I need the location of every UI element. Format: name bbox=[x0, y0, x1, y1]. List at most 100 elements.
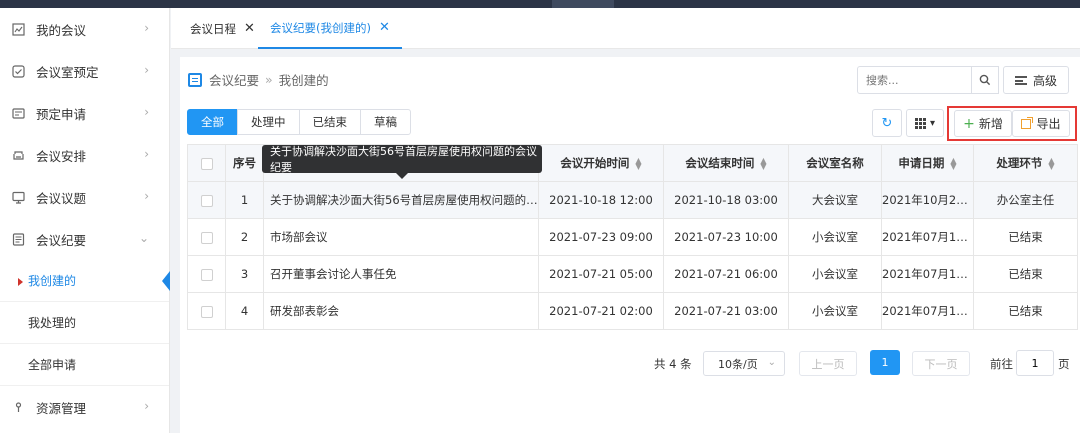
tab-meeting-schedule[interactable]: 会议日程 ✕ bbox=[178, 8, 267, 49]
chevron-right-icon: › bbox=[144, 189, 149, 203]
form-icon bbox=[10, 105, 26, 121]
cell-start: 2021-07-21 02:00 bbox=[538, 292, 664, 330]
plus-icon: + bbox=[963, 115, 975, 132]
title-tooltip: 关于协调解决沙面大街56号首层房屋使用权问题的会议纪要 bbox=[262, 145, 542, 179]
sort-icon[interactable]: ▲ ▼ bbox=[1048, 156, 1054, 170]
chevron-down-icon: ⌄ bbox=[138, 231, 149, 245]
breadcrumb-root[interactable]: 会议纪要 bbox=[209, 70, 259, 89]
cell-date: 2021年10月21日 bbox=[881, 181, 974, 219]
status-filter-group: 全部 处理中 已结束 草稿 bbox=[187, 109, 411, 135]
prev-page-button[interactable]: 上一页 bbox=[799, 351, 857, 376]
column-settings-button[interactable]: ▾ bbox=[906, 109, 944, 137]
sidebar-item-booking-requests[interactable]: 预定申请 › bbox=[0, 92, 169, 134]
row-checkbox[interactable] bbox=[187, 181, 226, 219]
cell-stage: 已结束 bbox=[973, 255, 1078, 293]
cell-title[interactable]: 关于协调解决沙面大街56号首层房屋使用权问题的会... bbox=[263, 181, 539, 219]
list-icon bbox=[10, 231, 26, 247]
search-button[interactable] bbox=[971, 66, 999, 94]
sidebar-item-my-meetings[interactable]: 我的会议 › bbox=[0, 8, 169, 50]
export-label: 导出 bbox=[1036, 117, 1061, 131]
column-header-end-label: 会议结束时间 bbox=[685, 156, 755, 170]
table-row[interactable]: 1 关于协调解决沙面大街56号首层房屋使用权问题的会... 2021-10-18… bbox=[187, 181, 1078, 219]
tab-bar: 会议日程 ✕ 会议纪要(我创建的) ✕ bbox=[171, 8, 1080, 49]
column-header-room: 会议室名称 bbox=[788, 144, 882, 182]
page-size-value: 10条/页 bbox=[718, 357, 758, 371]
sidebar-item-room-booking[interactable]: 会议室预定 › bbox=[0, 50, 169, 92]
cell-start: 2021-07-21 05:00 bbox=[538, 255, 664, 293]
sidebar-item-label: 会议纪要 bbox=[36, 232, 87, 248]
pagination-total: 共 4 条 bbox=[654, 357, 692, 371]
column-header-date[interactable]: 申请日期 ▲ ▼ bbox=[881, 144, 974, 182]
column-header-start[interactable]: 会议开始时间 ▲ ▼ bbox=[538, 144, 664, 182]
tab-label: 会议日程 bbox=[190, 21, 236, 36]
filter-all-button[interactable]: 全部 bbox=[187, 109, 238, 135]
sort-icon[interactable]: ▲ ▼ bbox=[950, 156, 956, 170]
row-checkbox[interactable] bbox=[187, 292, 226, 330]
sidebar-item-resource-management[interactable]: 资源管理 › bbox=[0, 386, 169, 428]
cell-end: 2021-07-23 10:00 bbox=[663, 218, 789, 256]
monitor-icon bbox=[10, 189, 26, 205]
sidebar-item-label: 会议室预定 bbox=[36, 64, 99, 80]
sidebar-item-label: 资源管理 bbox=[36, 400, 87, 416]
cell-title[interactable]: 市场部会议 bbox=[263, 218, 539, 256]
page-number-button[interactable]: 1 bbox=[870, 350, 900, 375]
table-row[interactable]: 3 召开董事会讨论人事任免 2021-07-21 05:00 2021-07-2… bbox=[187, 255, 1078, 293]
advanced-label: 高级 bbox=[1032, 73, 1057, 88]
filter-finished-button[interactable]: 已结束 bbox=[298, 109, 361, 135]
chevron-right-icon: › bbox=[144, 147, 149, 161]
sidebar-item-meeting-arrangement[interactable]: 会议安排 › bbox=[0, 134, 169, 176]
sidebar-subitem-all-requests[interactable]: 全部申请 bbox=[0, 344, 169, 386]
export-button[interactable]: 导出 bbox=[1012, 110, 1070, 137]
top-bar bbox=[0, 0, 1080, 8]
column-header-stage[interactable]: 处理环节 ▲ ▼ bbox=[973, 144, 1078, 182]
column-header-index: 序号 bbox=[225, 144, 264, 182]
chevron-down-icon: ⌄ bbox=[767, 357, 776, 368]
sidebar-item-label: 会议安排 bbox=[36, 148, 87, 164]
row-checkbox[interactable] bbox=[187, 255, 226, 293]
row-checkbox[interactable] bbox=[187, 218, 226, 256]
cell-end: 2021-07-21 03:00 bbox=[663, 292, 789, 330]
refresh-icon: ↻ bbox=[881, 115, 893, 131]
table-row[interactable]: 4 研发部表彰会 2021-07-21 02:00 2021-07-21 03:… bbox=[187, 292, 1078, 330]
report-icon bbox=[10, 21, 26, 37]
tab-label: 会议纪要(我创建的) bbox=[270, 20, 371, 35]
cell-room: 小会议室 bbox=[788, 255, 882, 293]
tab-meeting-minutes-created[interactable]: 会议纪要(我创建的) ✕ bbox=[258, 8, 402, 49]
sidebar-subitem-my-processed[interactable]: 我处理的 bbox=[0, 302, 169, 344]
checkbox-icon bbox=[10, 63, 26, 79]
goto-page-input[interactable] bbox=[1016, 350, 1054, 376]
sidebar-item-meeting-topics[interactable]: 会议议题 › bbox=[0, 176, 169, 218]
column-header-start-label: 会议开始时间 bbox=[560, 156, 630, 170]
cell-index: 1 bbox=[225, 181, 264, 219]
pin-icon bbox=[10, 399, 26, 415]
advanced-search-button[interactable]: 高级 bbox=[1003, 66, 1069, 94]
cell-title[interactable]: 研发部表彰会 bbox=[263, 292, 539, 330]
close-icon[interactable]: ✕ bbox=[379, 20, 390, 35]
cell-stage: 已结束 bbox=[973, 218, 1078, 256]
goto-label: 前往 bbox=[990, 357, 1013, 371]
page-size-select[interactable]: 10条/页 ⌄ bbox=[703, 351, 785, 376]
next-page-button[interactable]: 下一页 bbox=[912, 351, 970, 376]
sidebar-subitem-my-created[interactable]: 我创建的 bbox=[0, 260, 170, 302]
add-button[interactable]: + 新增 bbox=[954, 110, 1012, 137]
cell-stage: 已结束 bbox=[973, 292, 1078, 330]
sort-icon[interactable]: ▲ ▼ bbox=[635, 156, 641, 170]
cell-date: 2021年07月19日 bbox=[881, 255, 974, 293]
filter-draft-button[interactable]: 草稿 bbox=[360, 109, 411, 135]
cell-room: 大会议室 bbox=[788, 181, 882, 219]
sort-icon[interactable]: ▲ ▼ bbox=[760, 156, 766, 170]
sidebar-subitem-label: 全部申请 bbox=[28, 358, 77, 372]
table-row[interactable]: 2 市场部会议 2021-07-23 09:00 2021-07-23 10:0… bbox=[187, 218, 1078, 256]
filter-processing-button[interactable]: 处理中 bbox=[237, 109, 300, 135]
chevron-right-icon: › bbox=[144, 63, 149, 77]
cell-end: 2021-10-18 03:00 bbox=[663, 181, 789, 219]
search-input[interactable] bbox=[857, 66, 972, 94]
breadcrumb-current: 我创建的 bbox=[278, 73, 329, 88]
sidebar-item-meeting-minutes[interactable]: 会议纪要 ⌄ bbox=[0, 218, 169, 260]
column-header-end[interactable]: 会议结束时间 ▲ ▼ bbox=[663, 144, 789, 182]
select-all-checkbox[interactable] bbox=[187, 144, 226, 182]
refresh-button[interactable]: ↻ bbox=[872, 109, 902, 137]
close-icon[interactable]: ✕ bbox=[244, 21, 255, 36]
cell-stage: 办公室主任 bbox=[973, 181, 1078, 219]
cell-title[interactable]: 召开董事会讨论人事任免 bbox=[263, 255, 539, 293]
